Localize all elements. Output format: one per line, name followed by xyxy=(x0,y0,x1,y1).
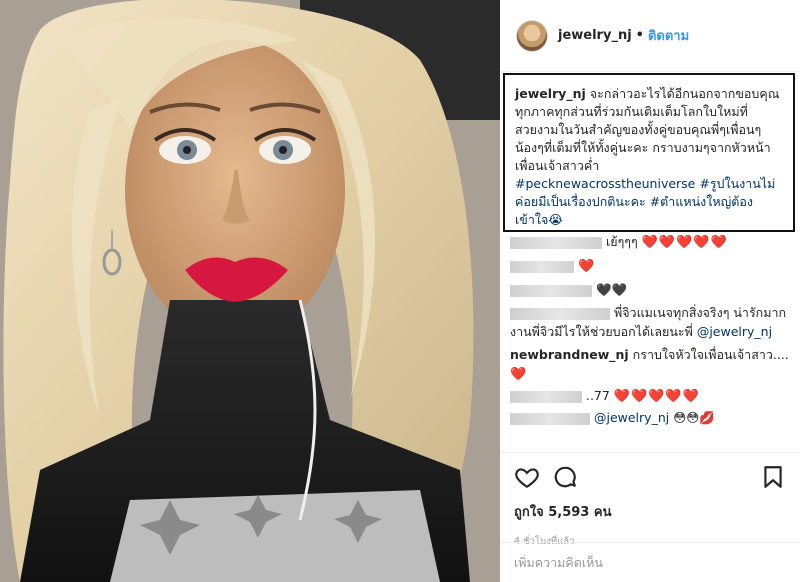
comment-mention[interactable]: @jewelry_nj xyxy=(697,324,772,339)
add-comment-area xyxy=(500,542,800,582)
post-photo[interactable] xyxy=(0,0,500,582)
post-caption: jewelry_nj จะกล่าวอะไรได้อีกนอกจากขอบคุณ… xyxy=(503,73,795,232)
comment-text: กราบใจหัวใจเพื่อนเจ้าสาว.... xyxy=(628,347,789,362)
comment-item: newbrandnew_nj กราบใจหัวใจเพื่อนเจ้าสาว.… xyxy=(510,345,795,384)
heart-emoji: ❤️ xyxy=(577,259,596,274)
comment-item: เย้ๆๆๆ ❤️❤️❤️❤️❤️ xyxy=(510,232,795,252)
follow-button[interactable]: ติดตาม xyxy=(648,25,689,46)
comment-item: 🖤🖤 xyxy=(510,280,795,299)
heart-emoji: ❤️ xyxy=(510,367,528,382)
comment-icon[interactable] xyxy=(552,464,578,490)
blurred-username xyxy=(510,390,582,403)
comment-list: เย้ๆๆๆ ❤️❤️❤️❤️❤️ ❤️ 🖤🖤 พี่จิวแมเนจทุกสิ… xyxy=(510,232,795,427)
separator-dot: • xyxy=(635,28,644,43)
heart-emoji: ❤️❤️❤️❤️❤️ xyxy=(641,235,728,250)
blurred-username xyxy=(510,260,574,273)
comment-mention[interactable]: @jewelry_nj xyxy=(594,410,669,425)
blurred-username xyxy=(510,236,602,249)
comment-text: เย้ๆๆๆ xyxy=(605,234,638,249)
blurred-username xyxy=(510,307,610,320)
comment-text: ..77 xyxy=(585,388,610,403)
comment-item: ❤️ xyxy=(510,256,795,276)
avatar[interactable] xyxy=(516,19,548,52)
action-icons xyxy=(514,461,786,493)
post-header: jewelry_nj • ติดตาม xyxy=(500,0,800,72)
blurred-username xyxy=(510,412,590,425)
add-comment-input[interactable] xyxy=(514,555,786,570)
caption-hashtags[interactable]: #pecknewacrosstheuniverse #รูปในงานไม่ค่… xyxy=(515,176,775,227)
heart-icon[interactable] xyxy=(514,464,540,490)
post-actions: ถูกใจ 5,593 คน 4 ชั่วโมงที่แล้ว xyxy=(500,452,800,549)
instagram-post: jewelry_nj • ติดตาม jewelry_nj จะกล่าวอะ… xyxy=(0,0,800,582)
heart-emoji: ❤️❤️❤️❤️❤️ xyxy=(613,389,700,404)
header-username[interactable]: jewelry_nj xyxy=(558,28,632,43)
black-heart-emoji: 🖤🖤 xyxy=(595,282,628,297)
comment-item: พี่จิวแมเนจทุกสิ่งจริงๆ น่ารักมากงานพี่จ… xyxy=(510,303,795,341)
comment-item: @jewelry_nj 😳😳💋 xyxy=(510,408,795,427)
blurred-username xyxy=(510,284,592,297)
comment-item: ..77 ❤️❤️❤️❤️❤️ xyxy=(510,386,795,406)
like-count[interactable]: ถูกใจ 5,593 คน xyxy=(514,501,786,522)
selfie-image xyxy=(0,0,500,582)
comment-username[interactable]: newbrandnew_nj xyxy=(510,347,629,362)
emoji-reaction: 😳😳💋 xyxy=(673,410,715,425)
caption-username[interactable]: jewelry_nj xyxy=(515,86,586,101)
bookmark-icon[interactable] xyxy=(760,464,786,490)
